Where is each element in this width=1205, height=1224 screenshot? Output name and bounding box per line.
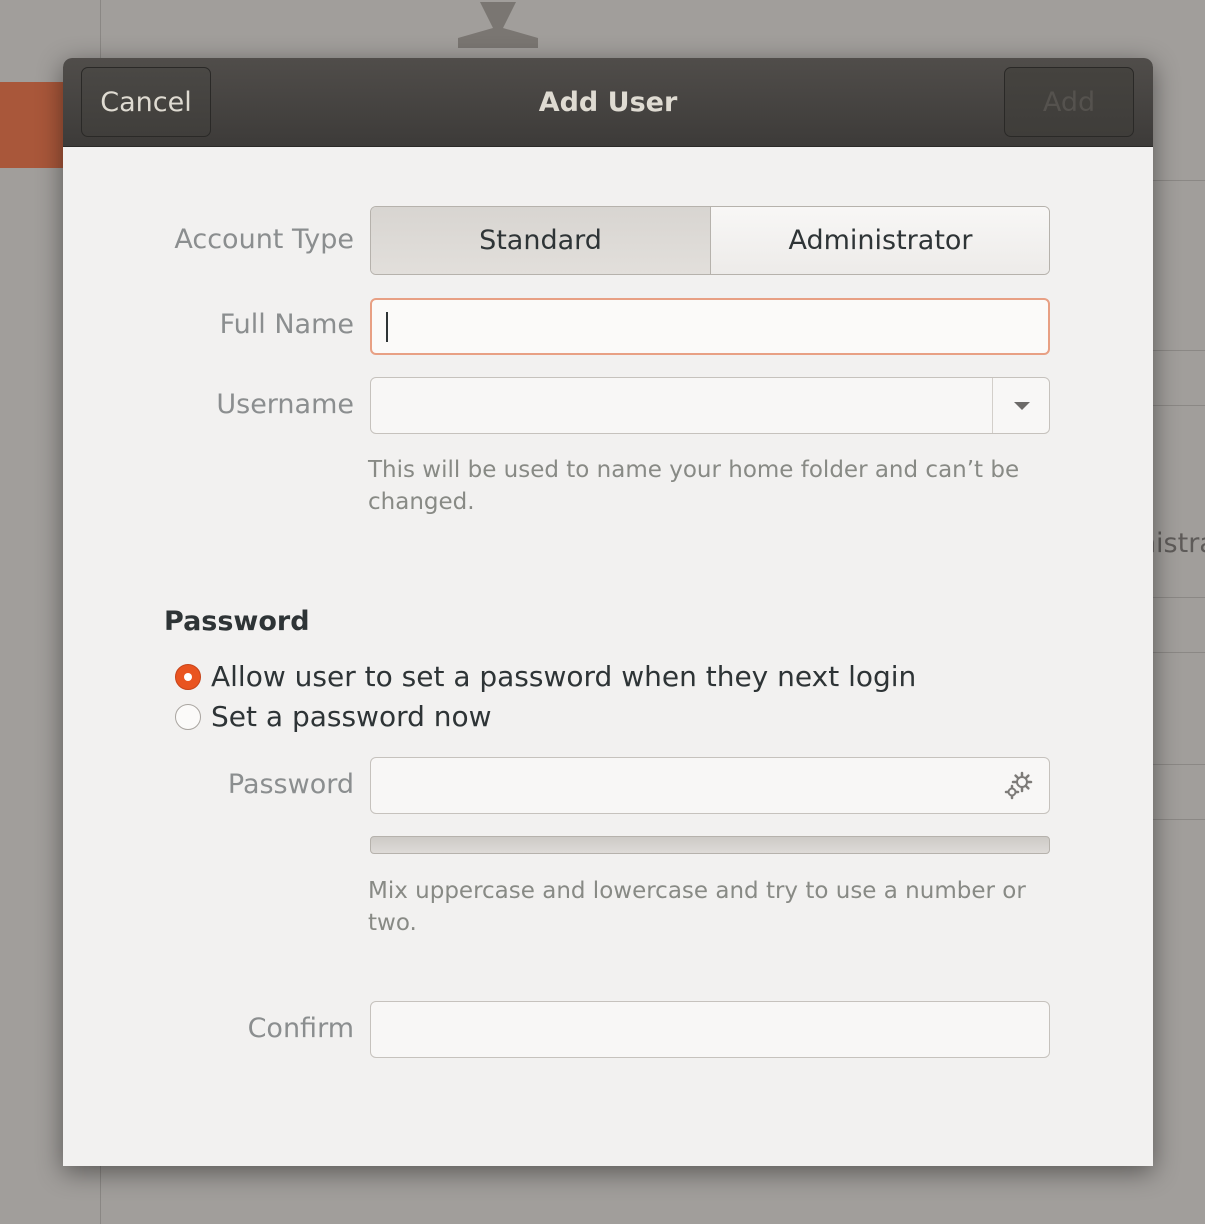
add-button[interactable]: Add	[1004, 67, 1134, 137]
password-field[interactable]	[370, 757, 1050, 814]
full-name-field[interactable]	[370, 298, 1050, 355]
account-type-selector: Standard Administrator	[370, 206, 1050, 275]
account-type-label: Account Type	[174, 224, 354, 255]
chevron-down-icon[interactable]	[1014, 402, 1030, 410]
text-caret	[386, 312, 388, 342]
add-user-dialog: Add User Cancel Add Account Type Standar…	[63, 58, 1153, 1166]
full-name-label: Full Name	[219, 309, 354, 340]
radio-label: Set a password now	[211, 700, 492, 733]
background-row-divider	[1153, 350, 1205, 351]
background-row-divider	[1153, 819, 1205, 820]
dialog-headerbar: Add User Cancel Add	[63, 58, 1153, 147]
password-section-title: Password	[164, 606, 310, 637]
account-type-standard-button[interactable]: Standard	[371, 207, 711, 274]
dialog-title: Add User	[538, 86, 678, 118]
username-label: Username	[216, 389, 354, 420]
background-selected-row	[0, 82, 68, 168]
background-avatar-notch	[458, 2, 538, 48]
password-label: Password	[227, 769, 354, 800]
background-row-divider	[1153, 405, 1205, 406]
combo-divider	[992, 378, 993, 433]
account-type-administrator-button[interactable]: Administrator	[711, 207, 1049, 274]
background-row-divider	[1153, 597, 1205, 598]
radio-label: Allow user to set a password when they n…	[211, 660, 917, 693]
username-combobox[interactable]	[370, 377, 1050, 434]
confirm-label: Confirm	[247, 1013, 354, 1044]
background-row-divider	[1153, 652, 1205, 653]
cancel-button[interactable]: Cancel	[81, 67, 211, 137]
radio-unselected-icon[interactable]	[175, 703, 201, 730]
background-row-divider	[1153, 180, 1205, 181]
radio-set-password-next-login[interactable]: Allow user to set a password when they n…	[175, 660, 916, 693]
password-hint: Mix uppercase and lowercase and try to u…	[368, 878, 1026, 936]
confirm-password-field[interactable]	[370, 1001, 1050, 1058]
password-strength-bar	[370, 836, 1050, 854]
radio-set-password-now[interactable]: Set a password now	[175, 700, 492, 733]
username-hint: This will be used to name your home fold…	[368, 457, 1020, 515]
background-row-divider	[1153, 764, 1205, 765]
generate-password-gear-icon[interactable]	[1001, 768, 1037, 804]
radio-selected-icon[interactable]	[175, 663, 201, 690]
